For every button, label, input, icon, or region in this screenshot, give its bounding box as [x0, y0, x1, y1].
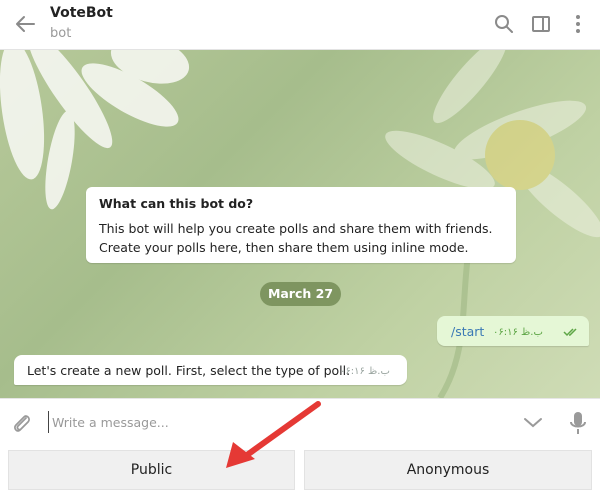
date-separator: March 27 [260, 282, 341, 306]
chat-header: VoteBot bot [0, 0, 600, 50]
outgoing-message[interactable]: /start ب.ظ ۰۶:۱۶ [437, 316, 589, 346]
incoming-message[interactable]: Let's create a new poll. First, select t… [14, 355, 407, 385]
bot-info-card: What can this bot do? This bot will help… [86, 187, 516, 263]
message-input[interactable] [48, 411, 488, 433]
sidebar-panel-icon[interactable] [529, 12, 553, 36]
bot-reply-keyboard: Public Anonymous [0, 446, 600, 495]
back-arrow-icon[interactable] [12, 12, 38, 36]
incoming-message-time: ب.ظ ۰۶:۱۶ [340, 366, 390, 377]
outgoing-message-text[interactable]: /start [451, 324, 484, 339]
bot-info-line-2: Create your polls here, then share them … [99, 240, 469, 255]
bot-info-line-1: This bot will help you create polls and … [99, 221, 493, 236]
paperclip-icon[interactable] [10, 411, 32, 435]
more-vertical-icon[interactable] [566, 12, 590, 36]
chat-title[interactable]: VoteBot [50, 5, 113, 21]
outgoing-message-time: ب.ظ ۰۶:۱۶ [493, 327, 543, 338]
bot-info-title: What can this bot do? [99, 196, 254, 211]
public-poll-button[interactable]: Public [8, 450, 295, 490]
message-composer [0, 398, 600, 446]
microphone-icon[interactable] [568, 410, 588, 436]
search-icon[interactable] [492, 12, 516, 36]
chevron-down-icon[interactable] [521, 413, 545, 431]
chat-area[interactable]: What can this bot do? This bot will help… [0, 50, 600, 398]
double-check-icon [563, 328, 577, 337]
incoming-message-text[interactable]: Let's create a new poll. First, select t… [27, 363, 350, 378]
anonymous-poll-button[interactable]: Anonymous [304, 450, 592, 490]
chat-subtitle: bot [50, 26, 72, 41]
